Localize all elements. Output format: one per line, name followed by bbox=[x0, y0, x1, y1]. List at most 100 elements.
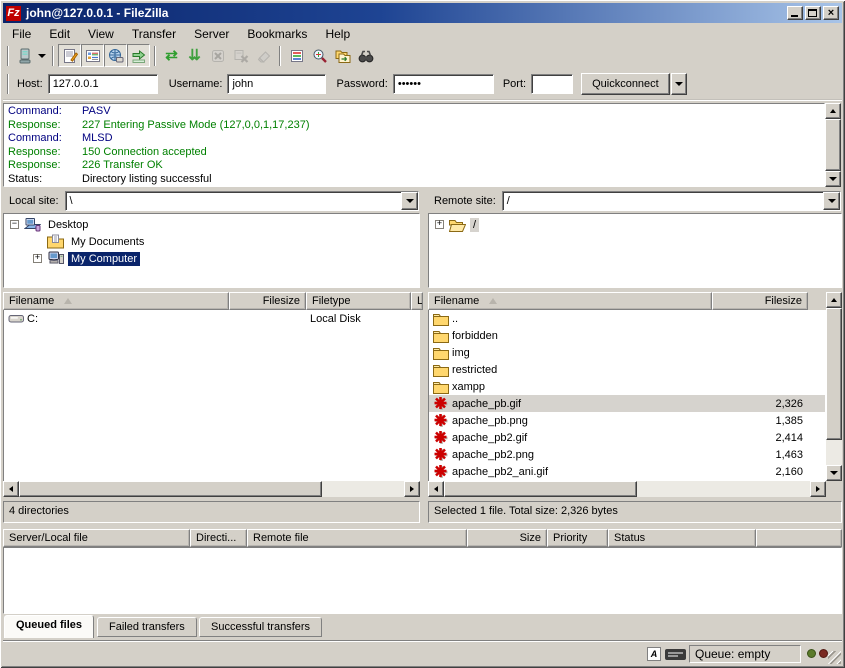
log-scroll-up-button[interactable] bbox=[825, 103, 841, 119]
local-file-row-c[interactable]: C:Local Disk bbox=[4, 310, 419, 327]
remote-vscroll-thumb[interactable] bbox=[826, 308, 842, 440]
remote-site-label: Remote site: bbox=[428, 195, 502, 207]
toggle-transfer-queue-button[interactable] bbox=[127, 44, 150, 67]
local-hscroll-thumb[interactable] bbox=[19, 481, 322, 497]
username-input[interactable] bbox=[227, 74, 326, 94]
menu-bookmarks[interactable]: Bookmarks bbox=[238, 25, 316, 43]
local-column-header-l[interactable]: L bbox=[411, 292, 423, 310]
disconnect-button[interactable] bbox=[229, 44, 252, 67]
quickconnect-button[interactable]: Quickconnect bbox=[581, 73, 670, 95]
local-site-dropdown-button[interactable] bbox=[401, 192, 418, 210]
tab-successful-transfers[interactable]: Successful transfers bbox=[199, 617, 322, 637]
remote-file-row-restricted[interactable]: restricted bbox=[429, 361, 825, 378]
menu-transfer[interactable]: Transfer bbox=[123, 25, 185, 43]
queue-column-header-root[interactable] bbox=[756, 529, 842, 547]
compare-button[interactable] bbox=[308, 44, 331, 67]
remote-file-row-xampp[interactable]: xampp bbox=[429, 378, 825, 395]
tab-queued-files[interactable]: Queued files bbox=[4, 615, 94, 638]
collapse-toggle[interactable]: − bbox=[10, 220, 19, 229]
toggle-message-log-button[interactable] bbox=[58, 44, 81, 67]
remote-file-row-apache-pb2-png[interactable]: apache_pb2.png1,463 bbox=[429, 446, 825, 463]
port-input[interactable] bbox=[531, 74, 573, 94]
queue-column-header-priority[interactable]: Priority bbox=[547, 529, 608, 547]
filter-button[interactable] bbox=[285, 44, 308, 67]
data-type-indicator-icon: A bbox=[647, 647, 661, 661]
menu-view[interactable]: View bbox=[79, 25, 123, 43]
remote-site-dropdown-button[interactable] bbox=[823, 192, 840, 210]
log-scroll-down-button[interactable] bbox=[825, 171, 841, 187]
local-column-header-filename[interactable]: Filename bbox=[3, 292, 229, 310]
minimize-button[interactable] bbox=[787, 6, 803, 20]
log-scrollbar-thumb[interactable] bbox=[825, 119, 841, 171]
tab-failed-transfers[interactable]: Failed transfers bbox=[97, 617, 197, 637]
refresh-button[interactable]: ⇄ bbox=[160, 44, 183, 67]
remote-scroll-left-button[interactable] bbox=[428, 481, 444, 497]
local-status-text: 4 directories bbox=[3, 501, 420, 523]
log-line: Response:226 Transfer OK bbox=[8, 159, 824, 173]
remote-file-row-forbidden[interactable]: forbidden bbox=[429, 327, 825, 344]
menu-edit[interactable]: Edit bbox=[40, 25, 79, 43]
remote-scroll-up-button[interactable] bbox=[826, 292, 842, 308]
tree-item-desktop[interactable]: −Desktop bbox=[4, 216, 419, 233]
synchronized-browsing-button[interactable] bbox=[331, 44, 354, 67]
local-column-header-filetype[interactable]: Filetype bbox=[306, 292, 411, 310]
local-scroll-right-button[interactable] bbox=[404, 481, 420, 497]
remote-column-header-filesize[interactable]: Filesize bbox=[712, 292, 808, 310]
close-button[interactable]: × bbox=[823, 6, 839, 20]
queue-column-header-server-local-file[interactable]: Server/Local file bbox=[3, 529, 190, 547]
quickconnect-dropdown-button[interactable] bbox=[671, 73, 687, 95]
queue-column-header-remote-file[interactable]: Remote file bbox=[247, 529, 467, 547]
reconnect-button[interactable] bbox=[252, 44, 275, 67]
local-file-list: C:Local Disk bbox=[3, 310, 420, 481]
menu-help[interactable]: Help bbox=[316, 25, 359, 43]
folder-icon bbox=[433, 362, 450, 377]
toggle-remote-tree-button[interactable] bbox=[104, 44, 127, 67]
toggle-local-tree-icon bbox=[84, 47, 101, 64]
remote-site-combo[interactable]: / bbox=[502, 191, 841, 211]
log-line: Response:227 Entering Passive Mode (127,… bbox=[8, 119, 824, 133]
remote-file-row-apache-pb2-gif[interactable]: apache_pb2.gif2,414 bbox=[429, 429, 825, 446]
toggle-local-tree-button[interactable] bbox=[81, 44, 104, 67]
remote-file-row-img[interactable]: img bbox=[429, 344, 825, 361]
log-line-label: Command: bbox=[8, 132, 82, 146]
remote-file-row-apache-pb2-ani-gif[interactable]: apache_pb2_ani.gif2,160 bbox=[429, 463, 825, 480]
remote-file-row-apache-pb-gif[interactable]: apache_pb.gif2,326 bbox=[429, 395, 825, 412]
log-line-text: Directory listing successful bbox=[82, 173, 212, 187]
tree-item-root[interactable]: +/ bbox=[429, 216, 841, 233]
menu-server[interactable]: Server bbox=[185, 25, 238, 43]
log-line-label: Response: bbox=[8, 159, 82, 173]
image-file-icon bbox=[433, 413, 450, 428]
resize-grip[interactable] bbox=[828, 651, 841, 664]
site-manager-dropdown-button[interactable] bbox=[36, 44, 48, 67]
remote-file-row-root[interactable]: .. bbox=[429, 310, 825, 327]
maximize-button[interactable] bbox=[805, 6, 821, 20]
expand-toggle[interactable]: + bbox=[33, 254, 42, 263]
remote-hscroll-thumb[interactable] bbox=[444, 481, 637, 497]
remote-scroll-down-button[interactable] bbox=[826, 465, 842, 481]
tree-item-label: My Documents bbox=[68, 235, 147, 249]
remote-scroll-right-button[interactable] bbox=[810, 481, 826, 497]
titlebar[interactable]: Fz john@127.0.0.1 - FileZilla × bbox=[3, 3, 842, 23]
find-button[interactable] bbox=[354, 44, 377, 67]
process-queue-icon: ⇊ bbox=[186, 47, 203, 64]
site-manager-button[interactable] bbox=[13, 44, 36, 67]
process-queue-button[interactable]: ⇊ bbox=[183, 44, 206, 67]
tree-item-my-computer[interactable]: +My Computer bbox=[4, 250, 419, 267]
remote-column-header-filename[interactable]: Filename bbox=[428, 292, 712, 310]
remote-file-row-apache-pb-png[interactable]: apache_pb.png1,385 bbox=[429, 412, 825, 429]
filter-icon bbox=[288, 47, 305, 64]
local-site-value: \ bbox=[66, 195, 401, 207]
queue-column-header-status[interactable]: Status bbox=[608, 529, 756, 547]
expand-toggle[interactable]: + bbox=[435, 220, 444, 229]
tree-item-my-documents[interactable]: My Documents bbox=[4, 233, 419, 250]
cancel-button[interactable] bbox=[206, 44, 229, 67]
queue-column-header-size[interactable]: Size bbox=[467, 529, 547, 547]
local-scroll-left-button[interactable] bbox=[3, 481, 19, 497]
password-input[interactable] bbox=[393, 74, 494, 94]
local-site-combo[interactable]: \ bbox=[65, 191, 419, 211]
reconnect-icon bbox=[255, 47, 272, 64]
queue-column-header-directi[interactable]: Directi... bbox=[190, 529, 247, 547]
menu-file[interactable]: File bbox=[3, 25, 40, 43]
host-input[interactable] bbox=[48, 74, 158, 94]
local-column-header-filesize[interactable]: Filesize bbox=[229, 292, 306, 310]
